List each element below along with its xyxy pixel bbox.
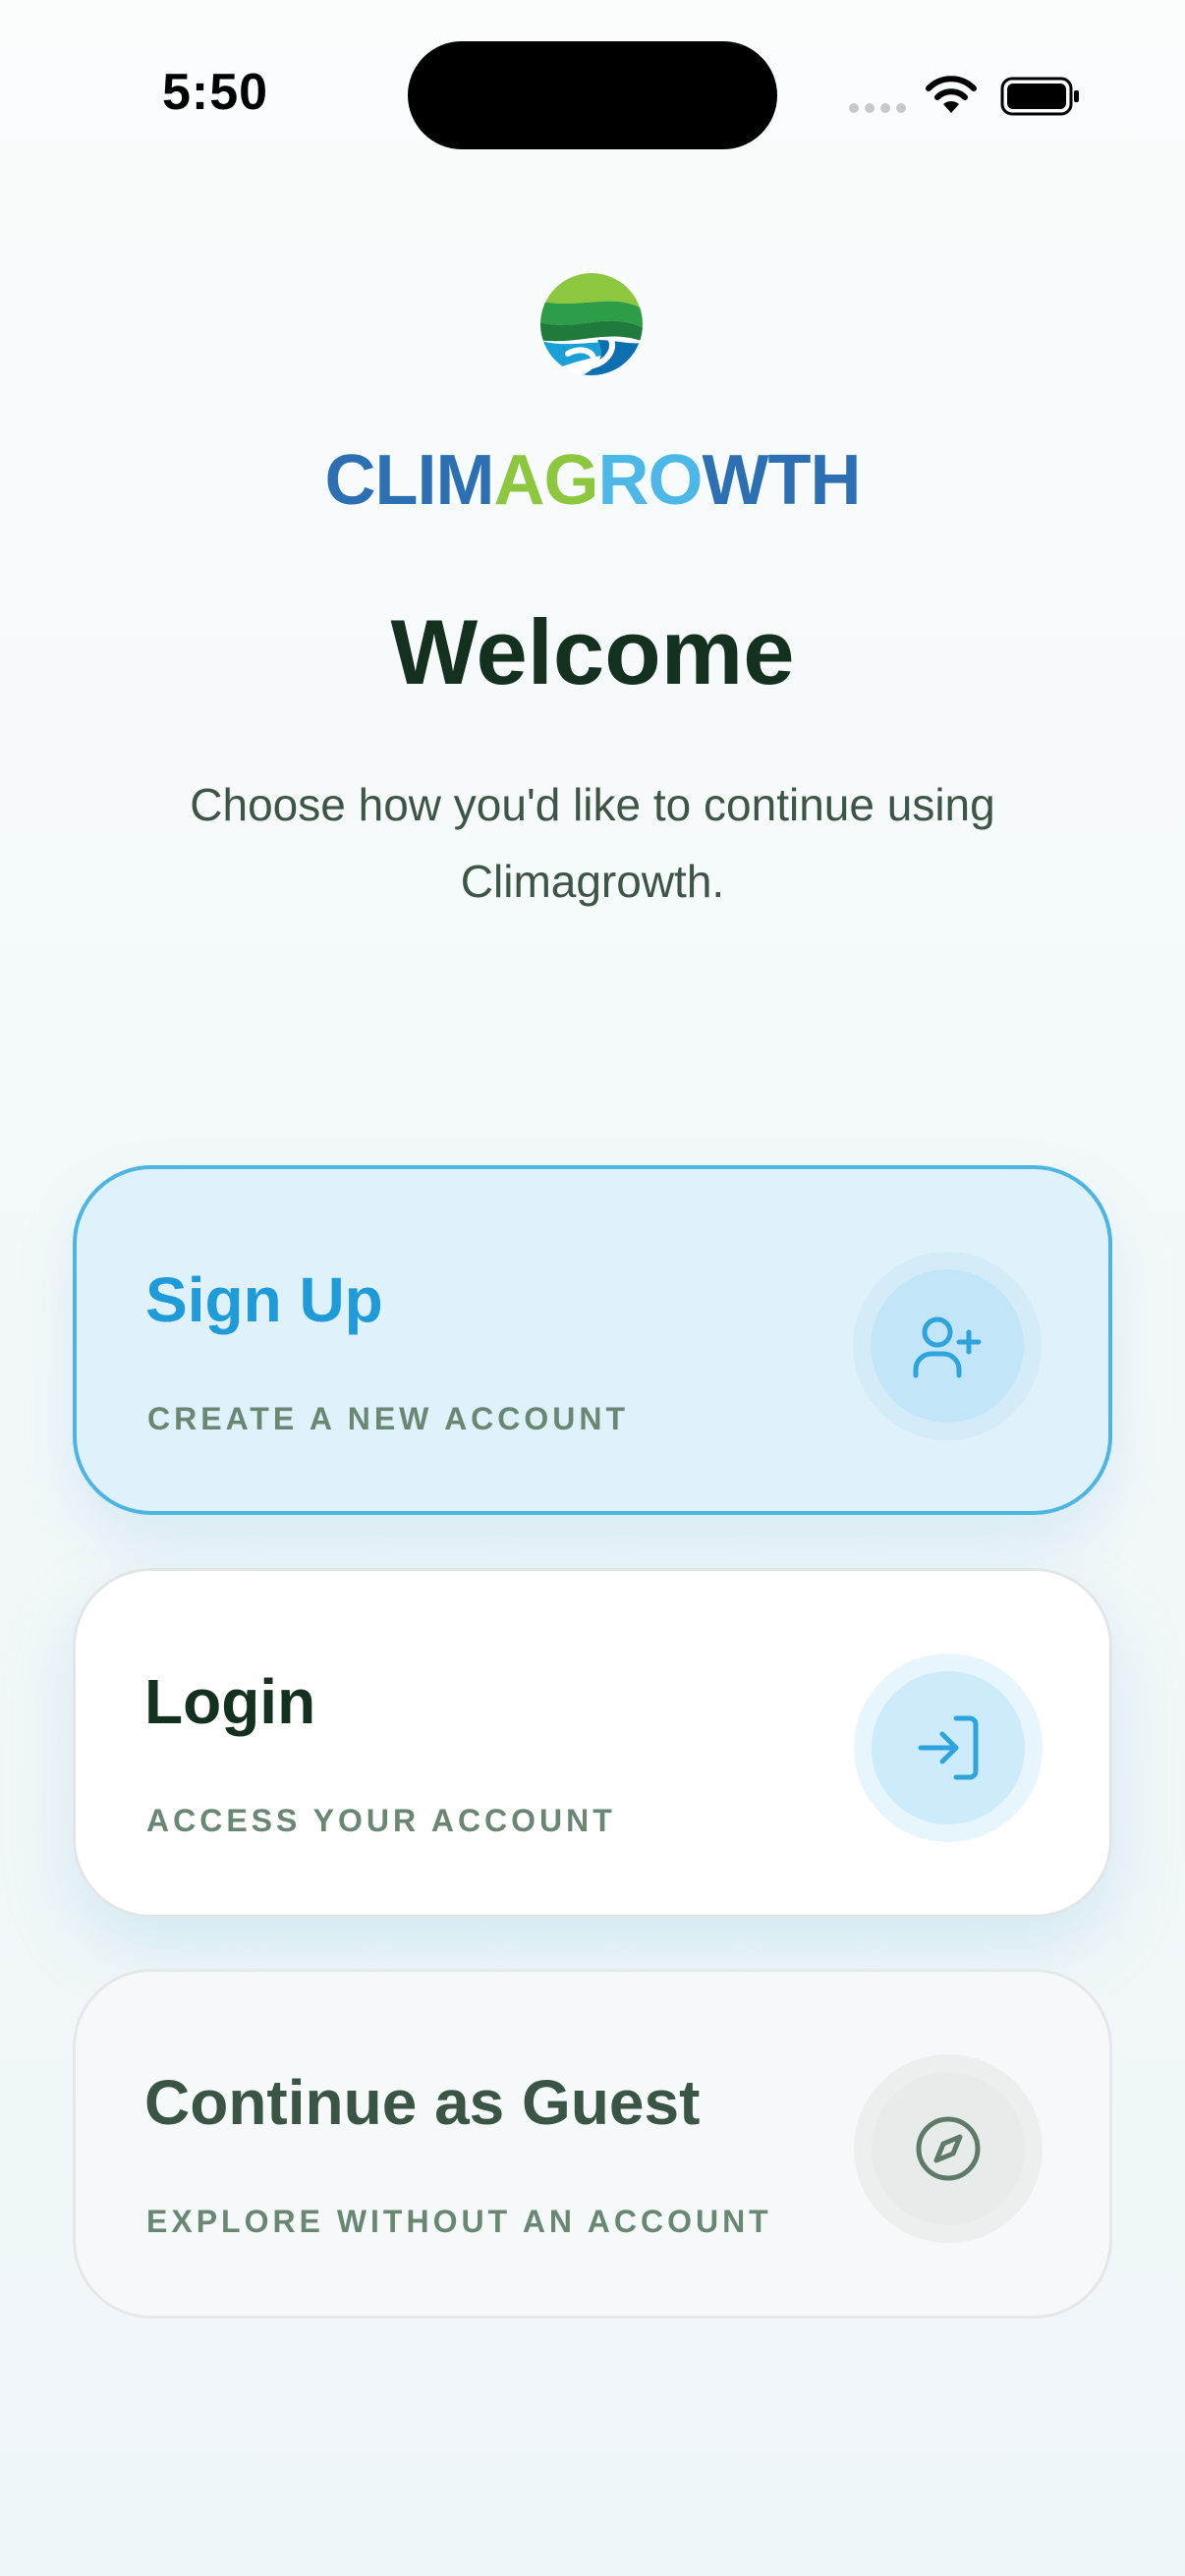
sign-up-button[interactable]: Sign Up CREATE A NEW ACCOUNT	[73, 1165, 1112, 1515]
brand-part-ro: RO	[597, 441, 704, 520]
login-subtitle: ACCESS YOUR ACCOUNT	[146, 1803, 616, 1838]
login-icon-badge	[854, 1653, 1043, 1842]
wifi-icon	[926, 76, 977, 113]
login-icon	[918, 1715, 979, 1780]
guest-icon-badge	[854, 2054, 1043, 2243]
battery-icon	[1000, 77, 1079, 116]
sign-up-icon-badge	[853, 1252, 1042, 1440]
brand-wordmark: CLIMAGROWTH	[0, 440, 1185, 521]
cellular-signal-icon	[849, 103, 906, 113]
status-bar: 5:50	[0, 0, 1185, 187]
user-plus-icon	[913, 1316, 982, 1378]
climagrowth-logo-icon	[540, 273, 643, 375]
dynamic-island	[408, 41, 777, 149]
login-title: Login	[144, 1666, 316, 1737]
brand-part-ag: AG	[493, 441, 599, 520]
page-title: Welcome	[390, 600, 795, 703]
brand-part-wth: WTH	[702, 441, 862, 520]
compass-icon	[916, 2116, 981, 2181]
sign-up-title: Sign Up	[145, 1264, 383, 1335]
login-button[interactable]: Login ACCESS YOUR ACCOUNT	[73, 1568, 1112, 1918]
sign-up-subtitle: CREATE A NEW ACCOUNT	[147, 1401, 630, 1436]
guest-title: Continue as Guest	[144, 2067, 701, 2138]
continue-as-guest-button[interactable]: Continue as Guest EXPLORE WITHOUT AN ACC…	[73, 1969, 1112, 2319]
page-subtitle: Choose how you'd like to continue using …	[190, 779, 995, 907]
guest-subtitle: EXPLORE WITHOUT AN ACCOUNT	[146, 2204, 772, 2239]
brand-part-clim: CLIM	[324, 441, 495, 520]
status-time: 5:50	[162, 64, 269, 121]
